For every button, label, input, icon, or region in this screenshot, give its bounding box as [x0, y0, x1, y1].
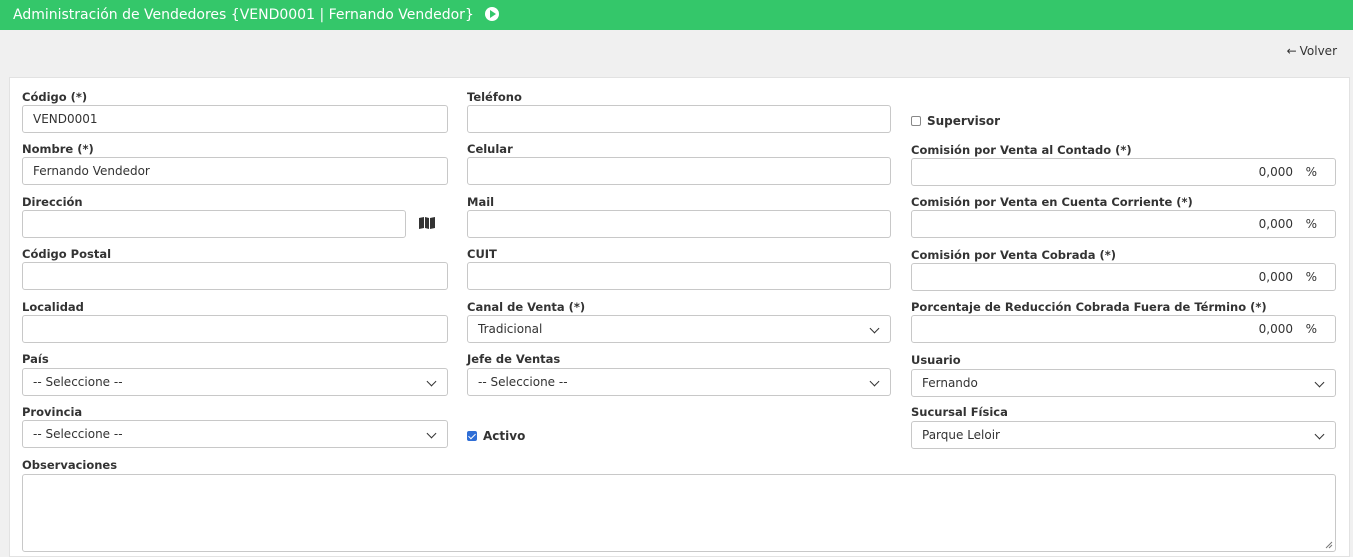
- codigo-label: Código (*): [22, 90, 88, 104]
- observaciones-label: Observaciones: [22, 458, 118, 472]
- canal-venta-select[interactable]: Tradicional: [467, 315, 891, 343]
- localidad-input[interactable]: [22, 315, 448, 343]
- mail-input[interactable]: [467, 210, 891, 238]
- telefono-input[interactable]: [467, 105, 891, 133]
- arrow-left-icon: ←: [1286, 44, 1297, 58]
- back-label: Volver: [1299, 44, 1337, 58]
- observaciones-textarea[interactable]: [22, 474, 1336, 552]
- sucursal-label: Sucursal Física: [911, 405, 1008, 419]
- comision-cta-cte-input[interactable]: 0,000 %: [911, 210, 1336, 238]
- usuario-select[interactable]: Fernando: [911, 369, 1336, 397]
- comision-cobrada-label: Comisión por Venta Cobrada (*): [911, 248, 1116, 262]
- supervisor-label: Supervisor: [927, 114, 1001, 128]
- pais-select[interactable]: -- Seleccione --: [22, 368, 448, 396]
- comision-cobrada-input[interactable]: 0,000 %: [911, 263, 1336, 291]
- play-circle-icon[interactable]: [485, 7, 500, 21]
- jefe-ventas-label: Jefe de Ventas: [467, 352, 561, 366]
- nombre-input[interactable]: Fernando Vendedor: [22, 157, 448, 185]
- codigo-postal-input[interactable]: [22, 262, 448, 290]
- jefe-ventas-select[interactable]: -- Seleccione --: [467, 368, 891, 396]
- resize-grip-icon[interactable]: [1325, 541, 1333, 549]
- provincia-label: Provincia: [22, 405, 83, 419]
- cuit-input[interactable]: [467, 262, 891, 290]
- comision-cta-cte-label: Comisión por Venta en Cuenta Corriente (…: [911, 195, 1193, 209]
- header-bar: Administración de Vendedores {VEND0001 |…: [0, 0, 1353, 30]
- back-link[interactable]: ← Volver: [1287, 44, 1337, 58]
- direccion-label: Dirección: [22, 195, 83, 209]
- activo-label: Activo: [483, 429, 526, 443]
- page-title: Administración de Vendedores {VEND0001 |…: [13, 7, 474, 23]
- activo-checkbox[interactable]: Activo: [467, 429, 525, 443]
- codigo-postal-label: Código Postal: [22, 247, 112, 261]
- comision-cobrada-value: 0,000: [1258, 270, 1293, 284]
- checkbox-unchecked-icon[interactable]: [911, 116, 921, 126]
- localidad-label: Localidad: [22, 300, 84, 314]
- canal-venta-label: Canal de Venta (*): [467, 300, 586, 314]
- form-panel: Código (*) VEND0001 Nombre (*) Fernando …: [9, 77, 1350, 557]
- sucursal-select[interactable]: Parque Leloir: [911, 421, 1336, 449]
- comision-contado-label: Comisión por Venta al Contado (*): [911, 143, 1132, 157]
- reduccion-value: 0,000: [1258, 322, 1293, 336]
- comision-contado-input[interactable]: 0,000 %: [911, 158, 1336, 186]
- comision-contado-value: 0,000: [1258, 165, 1293, 179]
- percent-unit: %: [1305, 270, 1317, 284]
- codigo-input[interactable]: VEND0001: [22, 105, 448, 133]
- provincia-select[interactable]: -- Seleccione --: [22, 420, 448, 448]
- percent-unit: %: [1305, 217, 1317, 231]
- celular-label: Celular: [467, 142, 513, 156]
- telefono-label: Teléfono: [467, 90, 522, 104]
- nombre-label: Nombre (*): [22, 142, 94, 156]
- map-icon[interactable]: [419, 217, 435, 229]
- cuit-label: CUIT: [467, 247, 497, 261]
- percent-unit: %: [1305, 322, 1317, 336]
- reduccion-label: Porcentaje de Reducción Cobrada Fuera de…: [911, 300, 1267, 314]
- celular-input[interactable]: [467, 157, 891, 185]
- direccion-input[interactable]: [22, 210, 406, 238]
- usuario-label: Usuario: [911, 353, 961, 367]
- mail-label: Mail: [467, 195, 495, 209]
- pais-label: País: [22, 352, 49, 366]
- checkbox-checked-icon[interactable]: [467, 431, 477, 441]
- percent-unit: %: [1305, 165, 1317, 179]
- reduccion-input[interactable]: 0,000 %: [911, 315, 1336, 343]
- supervisor-checkbox[interactable]: Supervisor: [911, 114, 1000, 128]
- comision-cta-cte-value: 0,000: [1258, 217, 1293, 231]
